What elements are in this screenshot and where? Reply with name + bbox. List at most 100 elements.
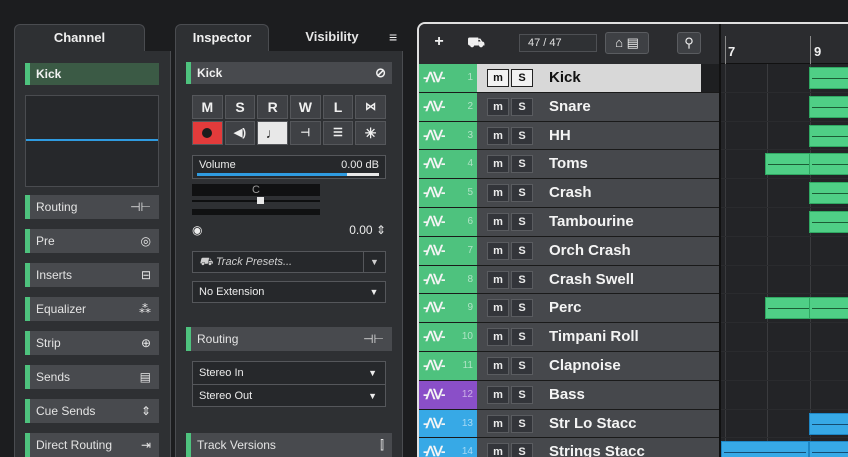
track-header[interactable]: m S Snare [477, 92, 719, 121]
arrange-lane[interactable] [721, 438, 848, 457]
track-mute-button[interactable]: m [487, 328, 509, 347]
tune-field[interactable]: ◉ 0.00 ⇕ [192, 219, 386, 241]
track-name[interactable]: Snare [549, 98, 591, 116]
channel-track-name[interactable]: Kick [25, 63, 159, 85]
tab-channel[interactable]: Channel [14, 24, 145, 52]
track-color-strip[interactable]: -ᐱᐯ- 9 [419, 294, 477, 323]
track-mute-button[interactable]: m [487, 299, 509, 318]
lanes-icon[interactable]: ⋈ [355, 95, 386, 119]
track-mute-button[interactable]: m [487, 270, 509, 289]
pan-slider-handle[interactable] [257, 197, 264, 204]
write-automation-button[interactable]: W [289, 95, 321, 119]
track-solo-button[interactable]: S [511, 328, 533, 347]
track-mute-button[interactable]: m [487, 443, 509, 457]
track-color-strip[interactable]: -ᐱᐯ- 7 [419, 236, 477, 265]
audio-event[interactable] [765, 297, 813, 320]
arrange-lane[interactable] [721, 64, 848, 93]
track-color-strip[interactable]: -ᐱᐯ- 4 [419, 150, 477, 179]
track-name[interactable]: Orch Crash [549, 242, 631, 260]
audio-event[interactable] [809, 153, 848, 176]
inspector-track-name[interactable]: Kick ⊘ [186, 62, 392, 84]
arrange-lane[interactable] [721, 410, 848, 439]
audio-event[interactable] [809, 412, 848, 435]
track-header[interactable]: m S Strings Stacc [477, 438, 719, 457]
track-color-strip[interactable]: -ᐱᐯ- 5 [419, 179, 477, 207]
track-row[interactable]: -ᐱᐯ- 6 m S Tambourine [419, 207, 719, 237]
track-mute-button[interactable]: m [487, 184, 509, 203]
tab-visibility[interactable]: Visibility [290, 24, 374, 52]
track-color-strip[interactable]: -ᐱᐯ- 6 [419, 207, 477, 236]
timebase-button[interactable]: ♩ [257, 121, 288, 145]
extension-dropdown[interactable]: No Extension ▼ [192, 281, 386, 303]
volume-fader[interactable]: Volume 0.00 dB [192, 155, 386, 179]
search-icon[interactable]: ⚲ [677, 32, 701, 54]
audio-event[interactable] [809, 297, 848, 320]
track-solo-button[interactable]: S [511, 97, 533, 116]
output-routing-dropdown[interactable]: Stereo Out ▼ [193, 384, 385, 406]
audio-event[interactable] [809, 441, 848, 457]
track-row[interactable]: -ᐱᐯ- 7 m S Orch Crash [419, 236, 719, 266]
track-mute-button[interactable]: m [487, 126, 509, 145]
track-type-icon[interactable]: ⛟ [465, 32, 487, 52]
edit-icon[interactable]: ⊘ [375, 62, 386, 84]
inspector-section-track-versions[interactable]: Track Versions ⫿ [186, 433, 392, 457]
channel-section-sends[interactable]: Sends ▤ [25, 365, 159, 389]
track-color-strip[interactable]: -ᐱᐯ- 3 [419, 121, 477, 150]
channel-section-routing[interactable]: Routing ⊣⊢ [25, 195, 159, 219]
track-color-strip[interactable]: -ᐱᐯ- 12 [419, 380, 477, 409]
track-header[interactable]: m S Orch Crash [477, 236, 719, 265]
track-presets-dropdown[interactable]: ⛟ Track Presets... ▼ [192, 251, 386, 273]
track-row[interactable]: -ᐱᐯ- 10 m S Timpani Roll [419, 323, 719, 352]
arrange-lane[interactable] [721, 294, 848, 324]
track-solo-button[interactable]: S [511, 414, 533, 433]
track-mute-button[interactable]: m [487, 414, 509, 433]
channel-section-equalizer[interactable]: Equalizer ⁂ [25, 297, 159, 321]
track-row[interactable]: -ᐱᐯ- 11 m S Clapnoise [419, 351, 719, 381]
track-mute-button[interactable]: m [487, 356, 509, 375]
audio-event[interactable] [765, 153, 813, 176]
tab-inspector[interactable]: Inspector [175, 24, 269, 52]
track-mute-button[interactable]: m [487, 97, 509, 116]
track-solo-button[interactable]: S [511, 212, 533, 231]
track-color-strip[interactable]: -ᐱᐯ- 8 [419, 265, 477, 294]
track-header[interactable]: m S HH [477, 121, 719, 150]
track-row[interactable]: -ᐱᐯ- 12 m S Bass [419, 380, 719, 410]
pan-display[interactable]: C [192, 184, 320, 196]
track-mute-button[interactable]: m [487, 69, 509, 87]
track-name[interactable]: Bass [549, 386, 585, 404]
track-row[interactable]: -ᐱᐯ- 14 m S Strings Stacc [419, 438, 719, 457]
track-name[interactable]: Perc [549, 299, 582, 317]
track-color-strip[interactable]: -ᐱᐯ- 10 [419, 323, 477, 351]
track-header[interactable]: m S Crash [477, 179, 719, 207]
lock-icon[interactable]: ⊣ [289, 121, 321, 145]
track-header[interactable]: m S Str Lo Stacc [477, 409, 719, 438]
read-automation-button[interactable]: R [257, 95, 288, 119]
ruler[interactable]: 7 9 [721, 24, 848, 64]
track-header[interactable]: m S Crash Swell [477, 265, 719, 294]
lanes-button[interactable]: ☰ [322, 121, 354, 145]
track-row[interactable]: -ᐱᐯ- 1 m S Kick [419, 64, 719, 93]
track-row[interactable]: -ᐱᐯ- 2 m S Snare [419, 92, 719, 122]
channel-section-direct-routing[interactable]: Direct Routing ⇥ [25, 433, 159, 457]
track-row[interactable]: -ᐱᐯ- 8 m S Crash Swell [419, 265, 719, 295]
track-name[interactable]: Strings Stacc [549, 443, 645, 457]
track-solo-button[interactable]: S [511, 443, 533, 457]
arrange-lane[interactable] [721, 266, 848, 295]
track-mute-button[interactable]: m [487, 155, 509, 174]
track-solo-button[interactable]: S [511, 126, 533, 145]
track-name[interactable]: Kick [549, 69, 581, 87]
arrange-lane[interactable] [721, 237, 848, 266]
track-row[interactable]: -ᐱᐯ- 5 m S Crash [419, 179, 719, 208]
inspector-menu-icon[interactable]: ≡ [389, 30, 403, 46]
visibility-configurations-button[interactable]: ⌂ ▤ [605, 32, 649, 54]
audio-event[interactable] [809, 67, 848, 89]
track-solo-button[interactable]: S [511, 69, 533, 87]
track-name[interactable]: Timpani Roll [549, 328, 639, 346]
track-color-strip[interactable]: -ᐱᐯ- 13 [419, 409, 477, 438]
track-color-strip[interactable]: -ᐱᐯ- 11 [419, 351, 477, 380]
solo-button[interactable]: S [224, 95, 256, 119]
audio-event[interactable] [721, 441, 809, 457]
add-track-icon[interactable]: + [429, 32, 449, 52]
track-row[interactable]: -ᐱᐯ- 4 m S Toms [419, 150, 719, 180]
track-solo-button[interactable]: S [511, 184, 533, 203]
